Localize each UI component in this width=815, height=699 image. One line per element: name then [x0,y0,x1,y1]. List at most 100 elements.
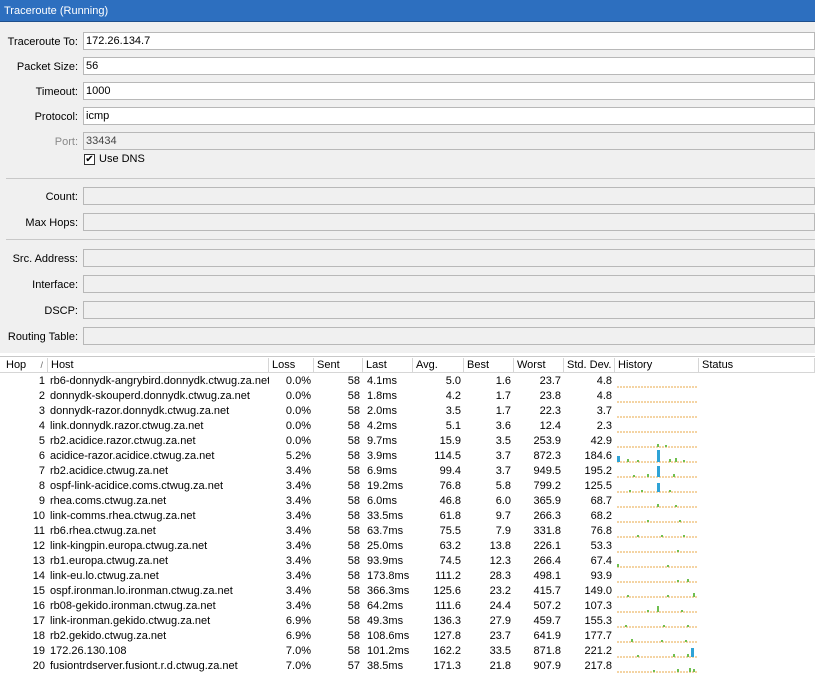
history-bar [687,579,689,582]
cell-sent: 58 [347,615,360,627]
history-bar [675,458,677,462]
table-row[interactable]: 3 donnydk-razor.donnydk.ctwug.za.net 0.0% 5… [0,404,815,419]
cell-best: 1.6 [495,375,511,387]
table-row[interactable]: 5 rb2.acidice.razor.ctwug.za.net 0.0% 58 9.7… [0,434,815,449]
table-row[interactable]: 19 172.26.130.108 7.0% 58 101.2ms 162.2 33.5 87… [0,644,815,659]
cell-last: 4.2ms [367,420,397,432]
count-row: Count: [0,187,815,207]
cell-worst: 23.7 [539,375,561,387]
table-row[interactable]: 20 fusiontrdserver.fusiont.r.d.ctwug.za.n… [0,659,815,674]
cell-status [699,479,815,494]
cell-worst: 799.2 [533,480,561,492]
cell-worst: 266.4 [533,555,561,567]
dscp-input[interactable] [83,301,815,319]
cell-sent: 58 [347,405,360,417]
port-input[interactable]: 33434 [83,132,815,150]
cell-std-dev: 2.3 [596,420,612,432]
column-header-loss[interactable]: Loss [269,358,314,373]
cell-std-dev: 93.9 [590,570,612,582]
history-bar [683,460,685,462]
history-bar [641,490,643,492]
cell-host: fusiontrdserver.fusiont.r.d.ctwug.za.net [50,660,238,672]
history-bar [693,669,695,672]
column-header-host[interactable]: Host [48,358,269,373]
history-bar [657,450,660,462]
src-address-input[interactable] [83,249,815,267]
max-hops-input[interactable] [83,213,815,231]
history-bar [627,595,629,597]
table-row[interactable]: 15 ospf.ironman.lo.ironman.ctwug.za.net 3.… [0,584,815,599]
table-row[interactable]: 2 donnydk-skouperd.donnydk.ctwug.za.net 0.… [0,389,815,404]
timeout-input[interactable]: 1000 [83,82,815,100]
table-row[interactable]: 18 rb2.gekido.ctwug.za.net 6.9% 58 108.6ms 12… [0,629,815,644]
history-sparkline [617,431,697,433]
cell-best: 23.7 [489,630,511,642]
packet-size-input[interactable]: 56 [83,57,815,75]
history-bar [681,610,683,612]
table-row[interactable]: 4 link.donnydk.razor.ctwug.za.net 0.0% 58 4.… [0,419,815,434]
cell-avg: 46.8 [439,495,461,507]
history-bar [633,475,635,477]
table-row[interactable]: 14 link-eu.lo.ctwug.za.net 3.4% 58 173.8ms 11… [0,569,815,584]
cell-worst: 949.5 [533,465,561,477]
history-bar [683,535,685,537]
cell-host: rb2.acidice.razor.ctwug.za.net [50,435,196,447]
column-header-history[interactable]: History [615,358,699,373]
cell-loss: 3.4% [285,525,311,537]
cell-host: rb08-gekido.ironman.ctwug.za.net [50,600,216,612]
table-row[interactable]: 8 ospf-link-acidice.coms.ctwug.za.net 3.4%… [0,479,815,494]
history-bar [647,474,649,477]
cell-status [699,569,815,584]
cell-status [699,629,815,644]
table-row[interactable]: 11 rb6.rhea.ctwug.za.net 3.4% 58 63.7ms 75.5 7… [0,524,815,539]
protocol-row: Protocol: icmp [0,107,815,127]
history-sparkline [617,444,697,448]
cell-hop: 7 [38,465,45,477]
history-bar [667,565,669,567]
history-bar [637,535,639,537]
interface-input[interactable] [83,275,815,293]
cell-best: 1.7 [495,405,511,417]
column-header-sent[interactable]: Sent [314,358,363,373]
table-row[interactable]: 12 link-kingpin.europa.ctwug.za.net 3.4% 58… [0,539,815,554]
cell-std-dev: 195.2 [584,465,612,477]
history-bar [625,625,627,627]
cell-avg: 63.2 [439,540,461,552]
cell-host: rb2.acidice.ctwug.za.net [50,465,169,477]
cell-loss: 6.9% [285,630,311,642]
cell-host: link-eu.lo.ctwug.za.net [50,570,159,582]
cell-loss: 6.9% [285,615,311,627]
column-header-best[interactable]: Best [464,358,514,373]
cell-last: 33.5ms [367,510,404,522]
traceroute-to-input[interactable]: 172.26.134.7 [83,32,815,50]
cell-best: 6.0 [495,495,511,507]
column-header-std-dev[interactable]: Std. Dev. [564,358,615,373]
table-row[interactable]: 9 rhea.coms.ctwug.za.net 3.4% 58 6.0ms 46.8 6.… [0,494,815,509]
routing-table-input[interactable] [83,327,815,345]
cell-std-dev: 149.0 [584,585,612,597]
table-row[interactable]: 6 acidice-razor.acidice.ctwug.za.net 5.2% 5… [0,449,815,464]
column-header-worst[interactable]: Worst [514,358,564,373]
table-row[interactable]: 1 rb6-donnydk-angrybird.donnydk.ctwug.za.… [0,374,815,389]
packet-size-label: Packet Size: [16,61,78,73]
history-bar [687,625,689,627]
table-row[interactable]: 10 link-comms.rhea.ctwug.za.net 3.4% 58 33.5… [0,509,815,524]
column-header-avg[interactable]: Avg. [413,358,464,373]
table-row[interactable]: 13 rb1.europa.ctwug.za.net 3.4% 58 93.9ms 74.… [0,554,815,569]
cell-best: 3.6 [495,420,511,432]
protocol-select[interactable]: icmp [83,107,815,125]
column-header-hop[interactable]: Hop / [3,358,48,373]
table-row[interactable]: 7 rb2.acidice.ctwug.za.net 3.4% 58 6.9ms 99.4… [0,464,815,479]
table-row[interactable]: 17 link-ironman.gekido.ctwug.za.net 6.9% 58… [0,614,815,629]
cell-sent: 58 [347,510,360,522]
cell-last: 366.3ms [367,585,410,597]
table-row[interactable]: 16 rb08-gekido.ironman.ctwug.za.net 3.4% 58… [0,599,815,614]
history-bar [647,610,649,612]
count-label: Count: [45,191,78,203]
column-header-status[interactable]: Status [699,358,815,373]
count-input[interactable] [83,187,815,205]
cell-status [699,494,815,509]
cell-worst: 415.7 [533,585,561,597]
column-header-last[interactable]: Last [363,358,413,373]
cell-best: 3.7 [495,465,511,477]
